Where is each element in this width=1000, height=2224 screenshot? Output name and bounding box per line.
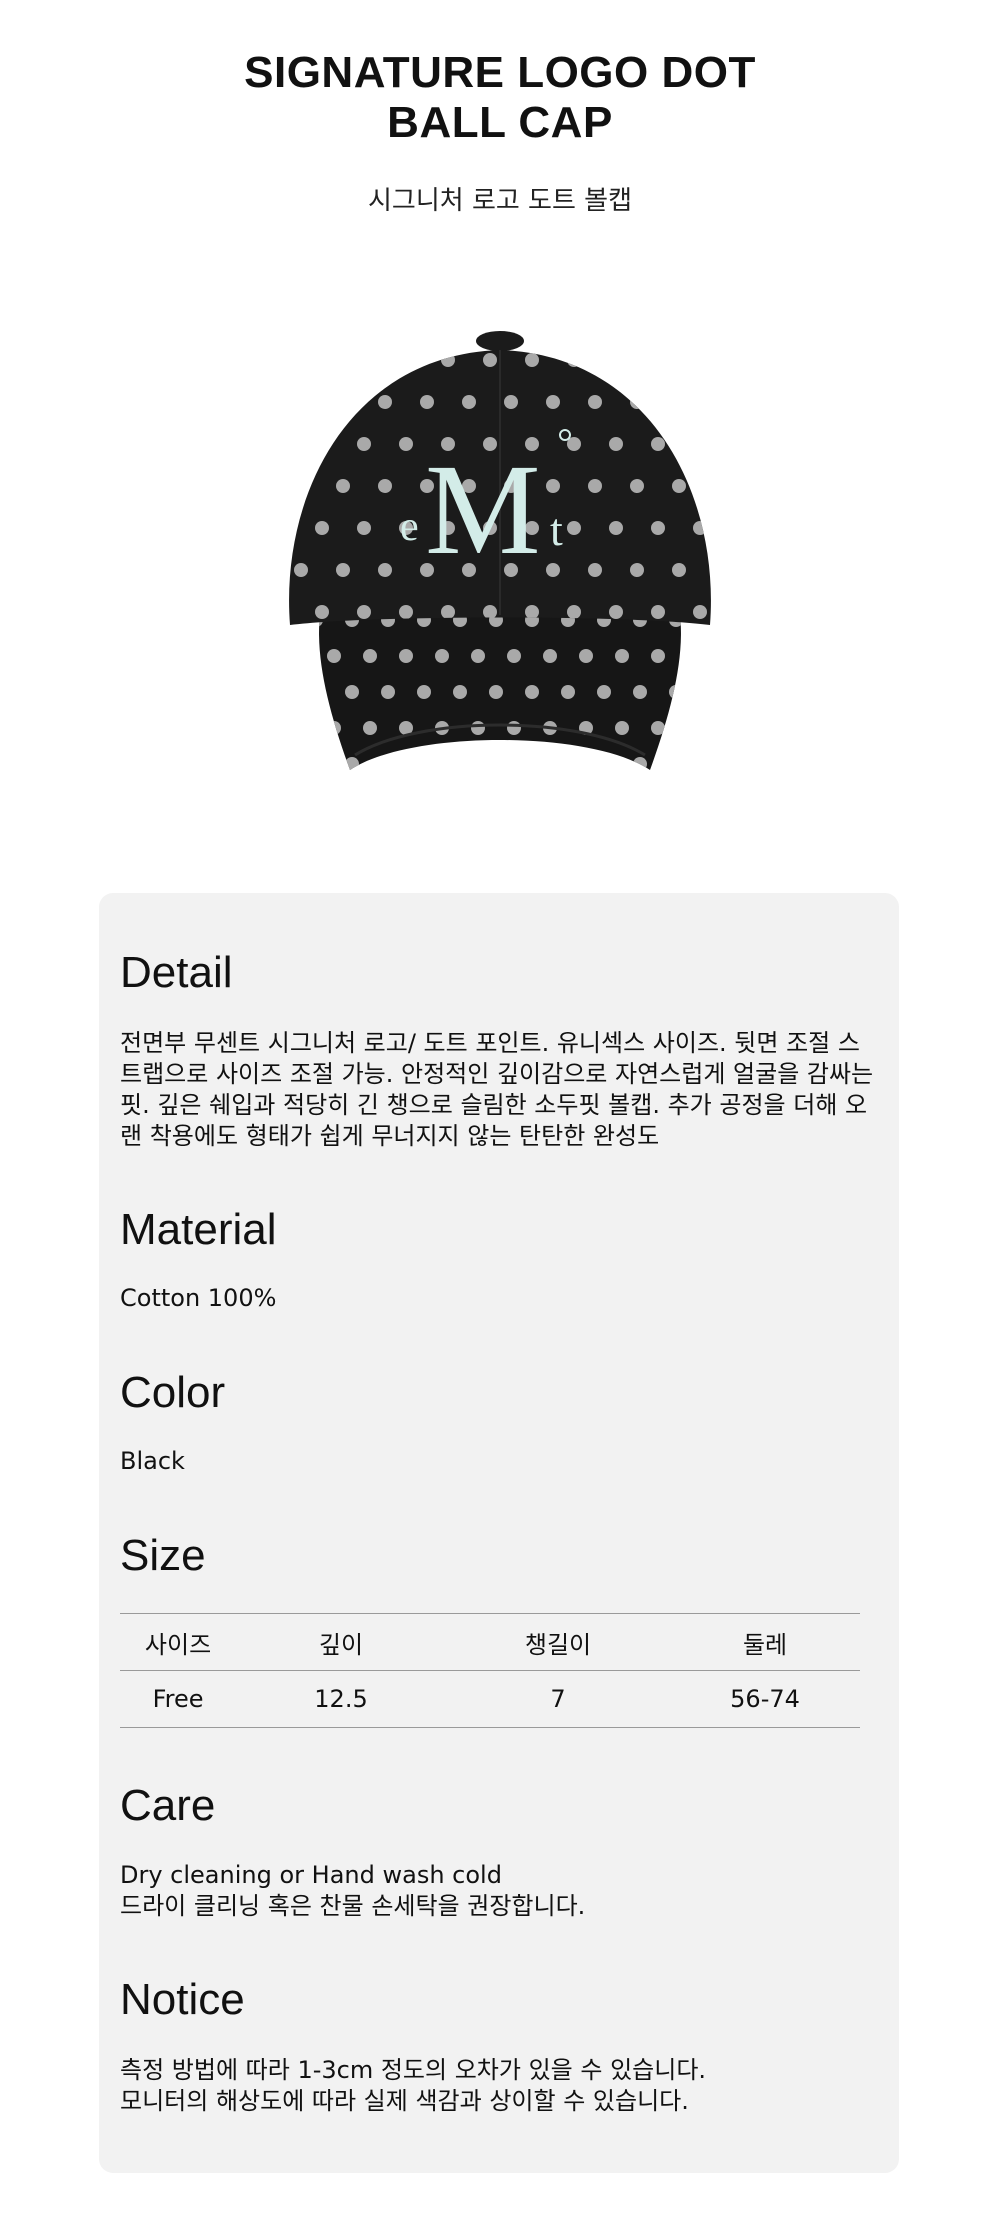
size-col-header: 챙길이 — [524, 1630, 592, 1659]
logo-e: e — [400, 504, 419, 550]
notice-line: 모니터의 해상도에 따라 실제 색감과 상이할 수 있습니다. — [120, 2087, 689, 2115]
product-title: SIGNATURE LOGO DOT BALL CAP — [0, 48, 1000, 148]
detail-heading: Detail — [120, 948, 233, 997]
detail-text: 전면부 무센트 시그니처 로고/ 도트 포인트. 유니섹스 사이즈. 뒷면 조절… — [120, 1028, 880, 1152]
detail-line: 핏. 깊은 쉐입과 적당히 긴 챙으로 슬림한 소두핏 볼캡. 추가 공정을 더… — [120, 1091, 868, 1119]
care-text: Dry cleaning or Hand wash cold 드라이 클리닝 혹… — [120, 1860, 880, 1922]
notice-heading: Notice — [120, 1975, 245, 2024]
detail-line: 랜 착용에도 형태가 쉽게 무너지지 않는 탄탄한 완성도 — [120, 1122, 660, 1150]
product-info-panel: Detail 전면부 무센트 시그니처 로고/ 도트 포인트. 유니섹스 사이즈… — [99, 893, 899, 2173]
table-row: Free 12.5 7 56-74 — [120, 1671, 860, 1728]
size-cell: 12.5 — [314, 1685, 368, 1713]
size-col-header: 깊이 — [318, 1630, 364, 1659]
size-cell: 7 — [550, 1685, 566, 1713]
color-heading: Color — [120, 1368, 226, 1417]
product-image-cap: e M t — [289, 331, 711, 770]
care-line: 드라이 클리닝 혹은 찬물 손세탁을 권장합니다. — [120, 1892, 586, 1920]
size-table-header-row: 사이즈 깊이 챙길이 둘레 — [120, 1613, 860, 1671]
color-text: Black — [120, 1447, 185, 1475]
notice-line: 측정 방법에 따라 1-3cm 정도의 오차가 있을 수 있습니다. — [120, 2056, 707, 2084]
logo-t: t — [550, 504, 563, 555]
detail-line: 트랩으로 사이즈 조절 가능. 안정적인 깊이감으로 자연스럽게 얼굴을 감싸는 — [120, 1060, 874, 1088]
material-text: Cotton 100% — [120, 1284, 277, 1312]
size-cell: Free — [152, 1685, 204, 1713]
material-heading: Material — [120, 1205, 277, 1254]
size-col-header: 사이즈 — [144, 1630, 212, 1659]
notice-text: 측정 방법에 따라 1-3cm 정도의 오차가 있을 수 있습니다. 모니터의 … — [120, 2055, 880, 2117]
size-cell: 56-74 — [730, 1685, 800, 1713]
product-subtitle: 시그니처 로고 도트 볼캡 — [368, 186, 632, 216]
size-table: 사이즈 깊이 챙길이 둘레 Free 12.5 7 56-74 — [120, 1613, 860, 1728]
care-heading: Care — [120, 1781, 216, 1830]
size-col-header: 둘레 — [742, 1630, 788, 1659]
detail-line: 전면부 무센트 시그니처 로고/ 도트 포인트. 유니섹스 사이즈. 뒷면 조절… — [120, 1029, 860, 1057]
logo-m: M — [425, 438, 541, 582]
size-heading: Size — [120, 1531, 206, 1580]
care-line: Dry cleaning or Hand wash cold — [120, 1861, 502, 1889]
product-title-line-1: SIGNATURE LOGO DOT — [244, 48, 756, 97]
product-title-line-2: BALL CAP — [387, 98, 613, 147]
